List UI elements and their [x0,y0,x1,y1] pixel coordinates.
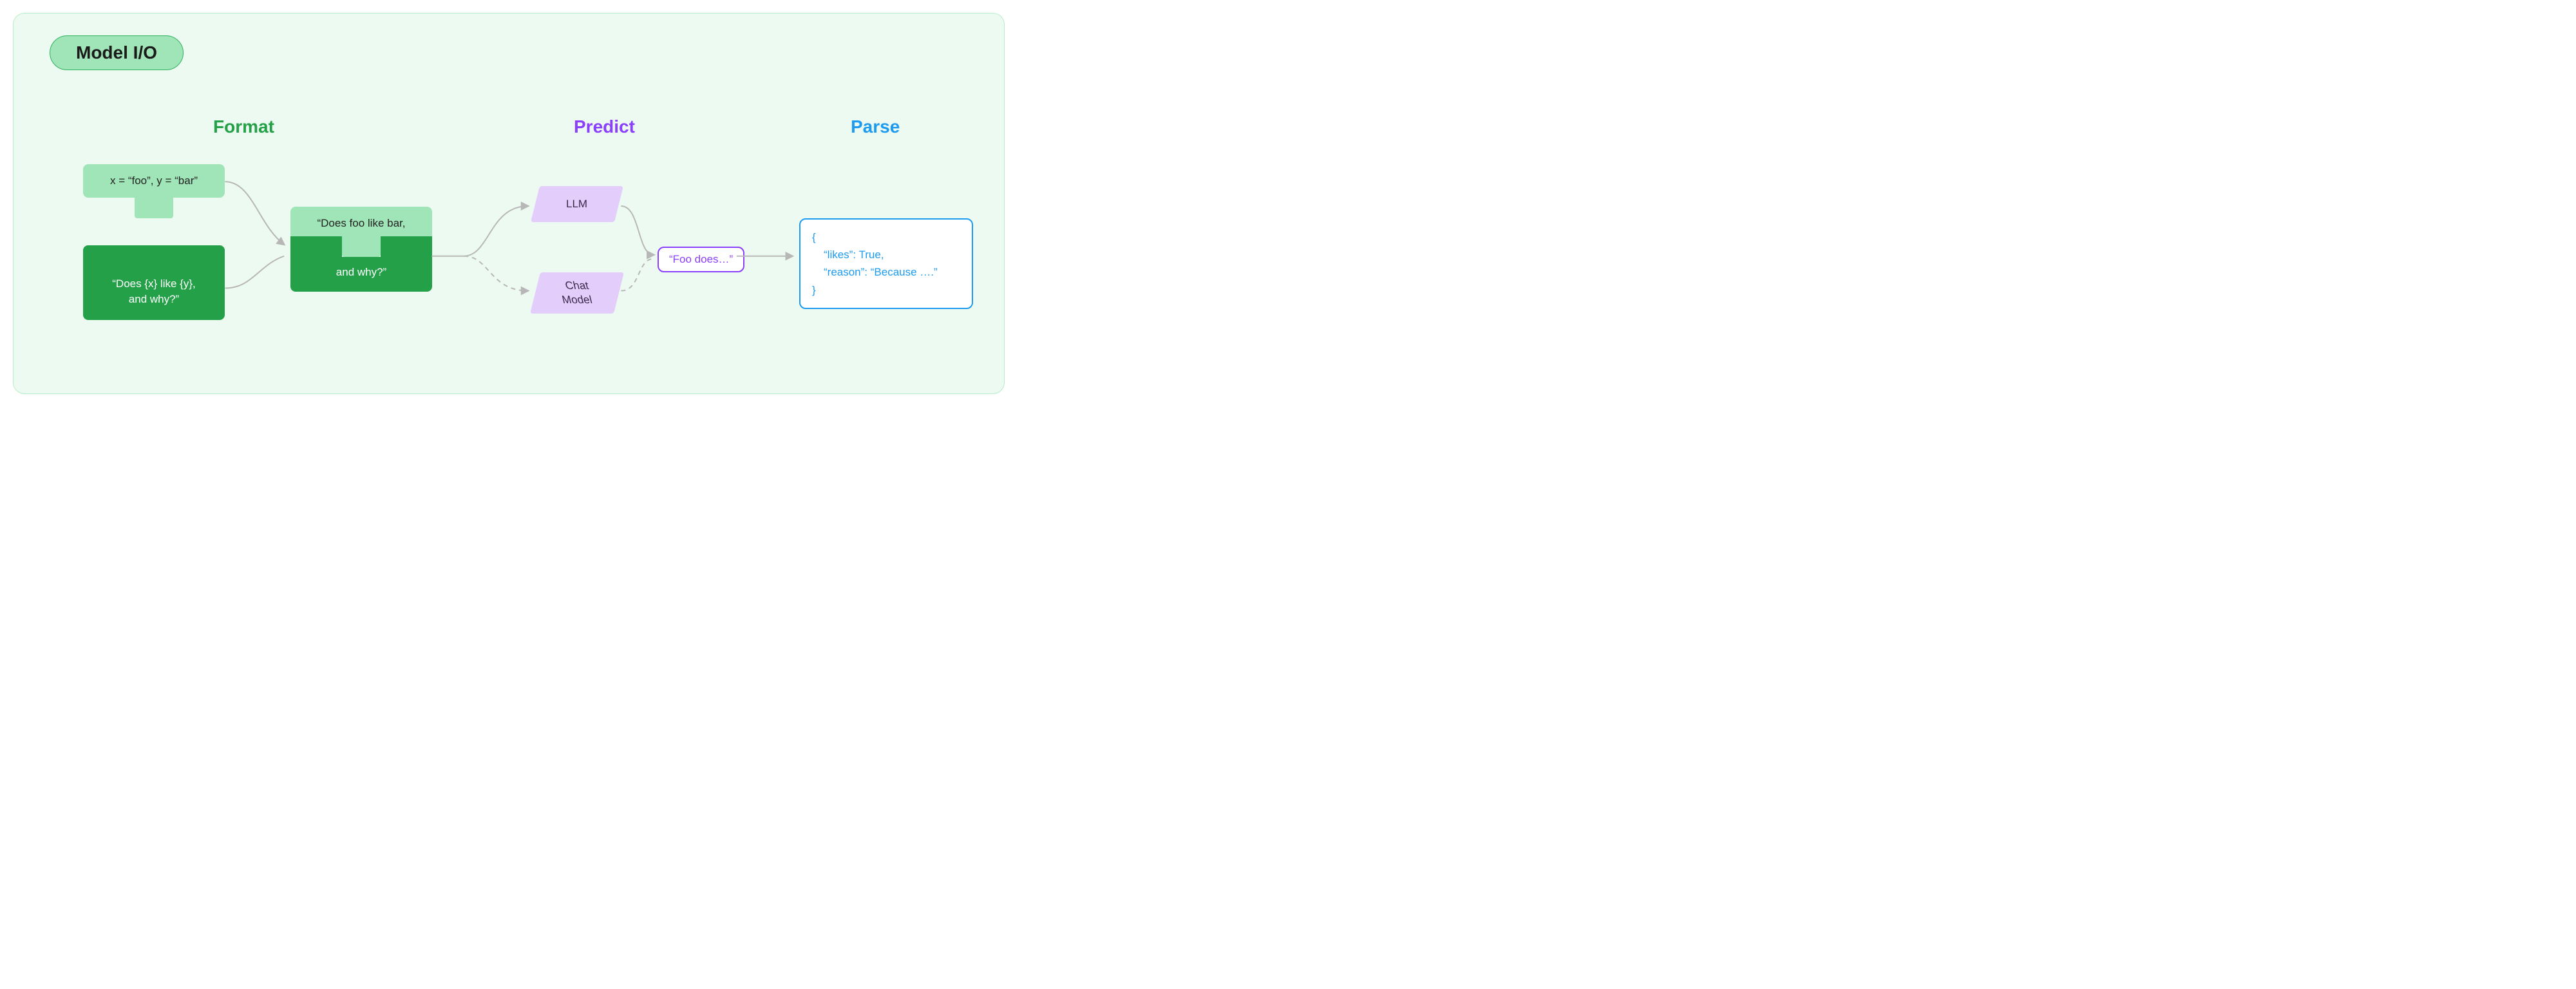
puzzle-tab-icon [135,195,173,218]
parse-reason: “reason”: “Because ….” [812,263,960,281]
puzzle-joined-icon [342,236,381,257]
template-line1: “Does {x} like {y}, [112,278,195,290]
formatted-prompt-block: “Does foo like bar, and why?” [290,207,432,292]
arrow-to-llm [464,206,528,256]
panel-title: Model I/O [50,35,184,70]
chat-model-node: Chat Model [530,272,624,314]
llm-label: LLM [566,198,587,211]
arrow-vars-to-prompt [225,182,284,245]
llm-node: LLM [531,186,623,222]
arrow-to-chat-model [464,256,528,291]
chat-line2: Model [560,293,594,307]
puzzle-notch-icon [135,245,173,268]
template-line2: and why?” [129,293,179,305]
section-label-predict: Predict [574,117,635,137]
parse-likes: “likes”: True, [812,246,960,263]
arrow-template-to-prompt [225,256,284,288]
chat-line1: Chat [564,279,590,293]
arrow-chat-to-output [621,259,654,291]
parse-brace-close: } [812,284,816,296]
model-output: “Foo does…” [658,247,744,272]
parse-brace-open: { [812,231,816,243]
template-block: “Does {x} like {y}, and why?” [83,245,225,320]
prompt-line1: “Does foo like bar, [317,217,405,229]
variables-block: x = “foo”, y = “bar” [83,164,225,218]
section-label-parse: Parse [851,117,900,137]
section-label-format: Format [213,117,274,137]
variables-text: x = “foo”, y = “bar” [83,164,225,198]
prompt-line2: and why?” [336,266,386,278]
parsed-output: { “likes”: True, “reason”: “Because ….” … [799,218,973,309]
model-io-panel: Model I/O Format Predict Parse x = “foo”… [13,13,1005,394]
arrow-llm-to-output [621,206,654,255]
